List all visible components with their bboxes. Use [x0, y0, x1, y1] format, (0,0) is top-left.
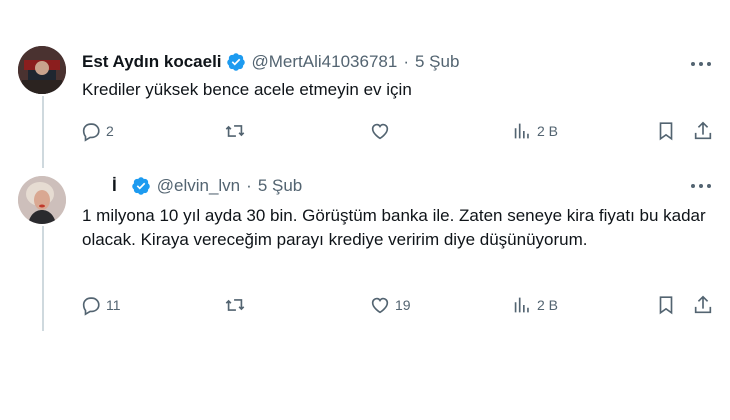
reply-icon [82, 297, 100, 316]
bookmark-button[interactable] [655, 120, 681, 142]
share-button[interactable] [692, 120, 718, 142]
view-count: 2 B [537, 123, 559, 139]
like-button[interactable] [369, 120, 395, 142]
tweet-text: 1 milyona 10 yıl ayda 30 bin. Görüştüm b… [82, 206, 706, 249]
retweet-button[interactable] [224, 294, 250, 316]
tweet-text: Krediler yüksek bence acele etmeyin ev i… [82, 80, 412, 99]
share-icon [694, 121, 712, 140]
bookmark-icon [659, 122, 673, 141]
share-button[interactable] [692, 294, 718, 316]
verified-badge-icon [131, 176, 151, 196]
avatar[interactable] [18, 176, 66, 224]
retweet-button[interactable] [224, 120, 250, 142]
retweet-icon [225, 125, 245, 137]
reply-count: 2 [106, 123, 114, 139]
tweet-actions: 2 2 B [80, 120, 720, 144]
bookmark-button[interactable] [655, 294, 681, 316]
views-button[interactable]: 2 B [511, 120, 558, 142]
display-name[interactable]: Est Aydın kocaeli [82, 52, 222, 72]
share-icon [694, 295, 712, 314]
display-name[interactable]: İ [112, 176, 117, 196]
handle[interactable]: @MertAli41036781 [252, 52, 398, 72]
heart-icon [371, 297, 389, 314]
like-count: 19 [395, 297, 411, 313]
separator-dot: · [403, 52, 409, 71]
separator-dot: · [246, 176, 252, 195]
reply-count: 11 [106, 297, 121, 313]
bookmark-icon [659, 296, 673, 315]
thread-connector [42, 226, 44, 331]
timestamp[interactable]: 5 Şub [415, 52, 459, 72]
view-count: 2 B [537, 297, 559, 313]
tweet-header: İ @elvin_lvn · 5 Şub [82, 176, 302, 196]
views-button[interactable]: 2 B [511, 294, 558, 316]
reply-button[interactable]: 2 [80, 120, 114, 142]
retweet-icon [225, 299, 245, 311]
like-button[interactable]: 19 [369, 294, 411, 316]
analytics-icon [514, 123, 529, 139]
handle[interactable]: @elvin_lvn [157, 176, 240, 196]
reply-icon [82, 123, 100, 142]
analytics-icon [514, 297, 529, 313]
tweet-actions: 11 19 2 B [80, 294, 720, 318]
more-options-icon[interactable] [690, 54, 712, 74]
avatar[interactable] [18, 46, 66, 94]
reply-button[interactable]: 11 [80, 294, 121, 316]
more-options-icon[interactable] [690, 176, 712, 196]
tweet-header: Est Aydın kocaeli @MertAli41036781 · 5 Ş… [82, 52, 459, 72]
heart-icon [371, 123, 389, 140]
verified-badge-icon [226, 52, 246, 72]
timestamp[interactable]: 5 Şub [258, 176, 302, 196]
thread-connector [42, 96, 44, 168]
